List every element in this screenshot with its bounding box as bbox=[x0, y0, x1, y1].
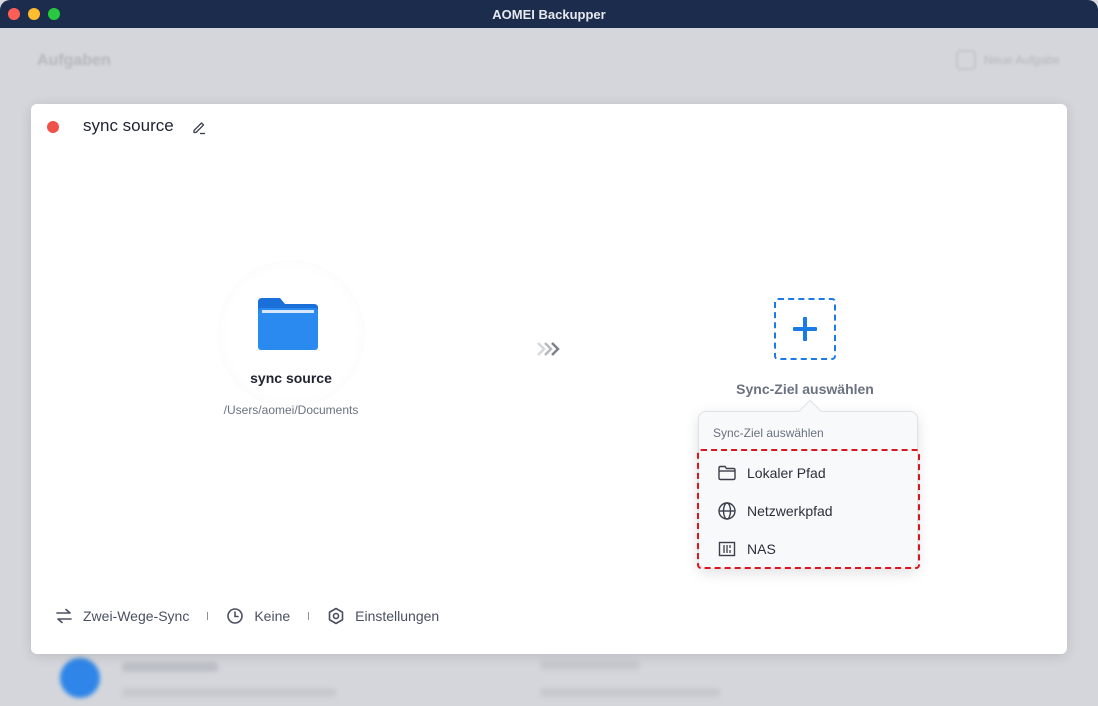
schedule-button[interactable]: Keine bbox=[226, 607, 290, 625]
swap-arrows-icon bbox=[56, 608, 72, 624]
globe-icon bbox=[718, 502, 736, 520]
background-heading: Aufgaben bbox=[37, 52, 111, 69]
source-title: sync source bbox=[250, 370, 332, 386]
menu-item-nas[interactable]: NAS bbox=[717, 534, 907, 564]
sync-target-label[interactable]: Sync-Ziel auswählen bbox=[705, 381, 905, 397]
status-dot bbox=[47, 121, 59, 133]
background-new-task-label: Neue Aufgabe bbox=[983, 53, 1060, 67]
nas-icon bbox=[718, 541, 736, 557]
divider bbox=[207, 612, 209, 620]
title-bar: AOMEI Backupper bbox=[0, 0, 1098, 28]
edit-pencil-icon[interactable] bbox=[191, 119, 207, 135]
gear-icon bbox=[328, 607, 344, 625]
menu-item-network-path[interactable]: Netzwerkpfad bbox=[717, 496, 907, 526]
background-new-task-button: Neue Aufgabe bbox=[955, 50, 1060, 70]
menu-item-label: Netzwerkpfad bbox=[747, 503, 833, 519]
source-path: /Users/aomei/Documents bbox=[223, 403, 359, 417]
background-task-row bbox=[56, 654, 1066, 706]
menu-item-label: Lokaler Pfad bbox=[747, 465, 826, 481]
window-title: AOMEI Backupper bbox=[492, 7, 606, 22]
menu-title: Sync-Ziel auswählen bbox=[713, 426, 824, 440]
sync-target-menu: Sync-Ziel auswählen Lokaler Pfad Netzwer… bbox=[697, 411, 920, 569]
sync-mode-label: Zwei-Wege-Sync bbox=[83, 608, 190, 624]
bottom-bar: Zwei-Wege-Sync Keine Einstellungen bbox=[55, 604, 439, 628]
task-name: sync source bbox=[83, 116, 174, 135]
settings-button[interactable]: Einstellungen bbox=[327, 607, 439, 625]
menu-item-label: NAS bbox=[747, 541, 776, 557]
chevrons-right-icon bbox=[537, 342, 560, 356]
sync-task-card: sync source sync source /Users/aomei/Doc… bbox=[31, 104, 1067, 654]
folder-icon bbox=[718, 465, 736, 481]
task-icon bbox=[60, 658, 100, 698]
clock-icon bbox=[227, 608, 244, 624]
settings-label: Einstellungen bbox=[355, 608, 440, 624]
menu-item-local-path[interactable]: Lokaler Pfad bbox=[717, 458, 907, 488]
schedule-label: Keine bbox=[254, 608, 291, 624]
add-sync-target-button[interactable] bbox=[774, 298, 836, 360]
add-icon bbox=[955, 50, 976, 70]
divider bbox=[308, 612, 310, 620]
folder-icon[interactable] bbox=[258, 298, 318, 350]
sync-mode-button[interactable]: Zwei-Wege-Sync bbox=[55, 607, 189, 625]
